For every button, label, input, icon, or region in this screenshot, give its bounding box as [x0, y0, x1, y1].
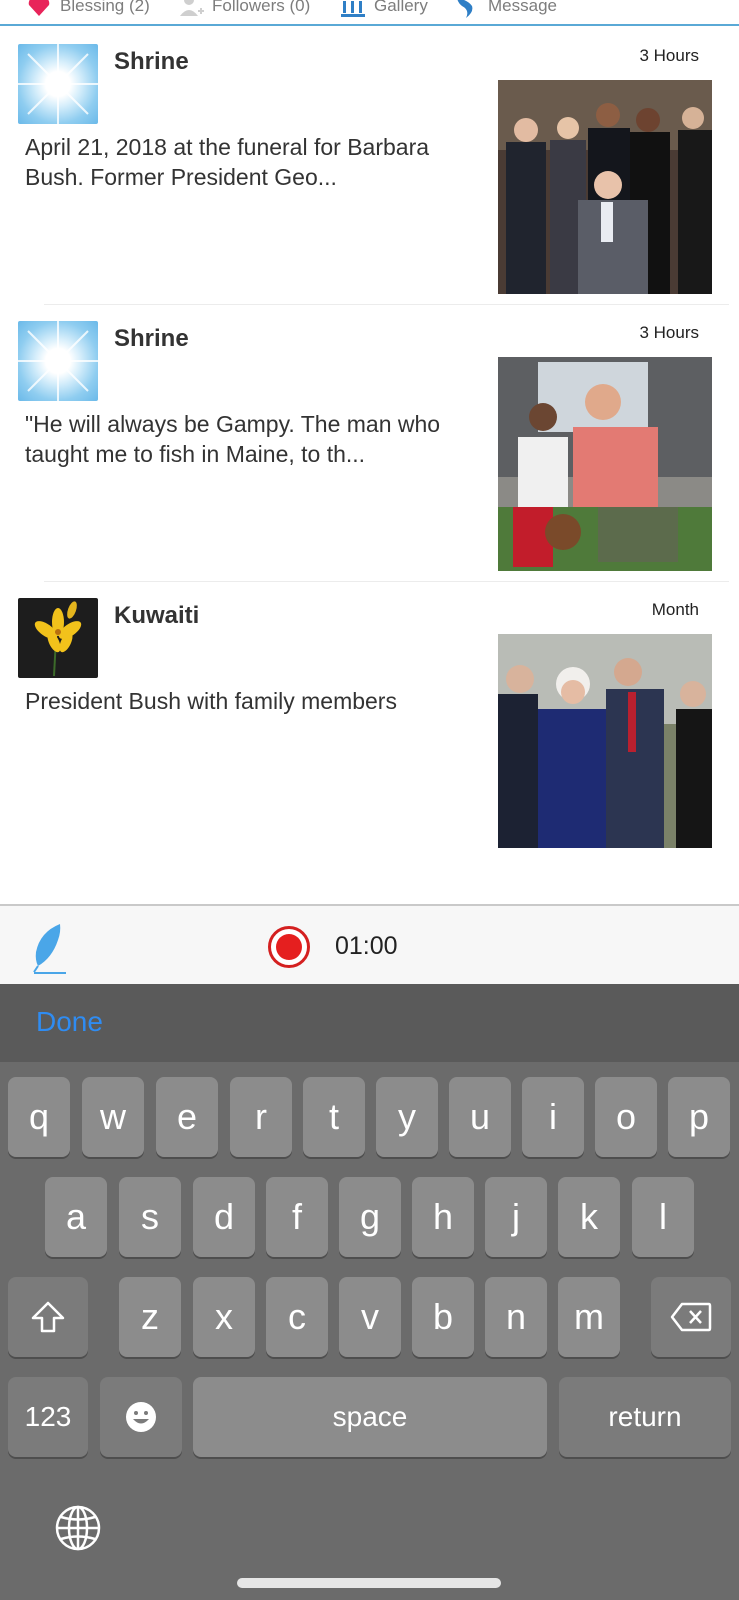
lily-avatar[interactable] [18, 598, 98, 678]
tab-gallery-label: Gallery [374, 0, 428, 15]
key-h[interactable]: h [412, 1177, 474, 1257]
record-timer: 01:00 [335, 932, 398, 960]
heart-icon [28, 0, 50, 16]
post-item[interactable]: Shrine 3 Hours April 21, 2018 at the fun… [0, 28, 739, 305]
key-t[interactable]: t [303, 1077, 365, 1157]
key-k[interactable]: k [558, 1177, 620, 1257]
keyboard-accessory-bar: Done [0, 984, 739, 1062]
post-author[interactable]: Shrine [114, 48, 189, 76]
key-e[interactable]: e [156, 1077, 218, 1157]
post-feed: Shrine 3 Hours April 21, 2018 at the fun… [0, 28, 739, 859]
key-q[interactable]: q [8, 1077, 70, 1157]
key-w[interactable]: w [82, 1077, 144, 1157]
post-author[interactable]: Shrine [114, 325, 189, 353]
post-text[interactable]: "He will always be Gampy. The man who ta… [25, 409, 475, 469]
post-item[interactable]: Shrine 3 Hours "He will always be Gampy.… [0, 305, 739, 582]
key-n[interactable]: n [485, 1277, 547, 1357]
key-i[interactable]: i [522, 1077, 584, 1157]
tab-blessing-label: Blessing (2) [60, 0, 150, 15]
key-j[interactable]: j [485, 1177, 547, 1257]
key-y[interactable]: y [376, 1077, 438, 1157]
emoji-key[interactable] [100, 1377, 182, 1457]
post-author[interactable]: Kuwaiti [114, 602, 199, 630]
post-photo[interactable] [498, 357, 712, 571]
tab-followers[interactable]: Followers (0) [178, 0, 310, 18]
post-time: 3 Hours [639, 46, 699, 65]
space-key[interactable]: space [193, 1377, 547, 1457]
tab-message[interactable]: Message [454, 0, 557, 18]
key-l[interactable]: l [632, 1177, 694, 1257]
tab-followers-label: Followers (0) [212, 0, 311, 15]
key-f[interactable]: f [266, 1177, 328, 1257]
home-indicator[interactable] [237, 1578, 501, 1588]
key-r[interactable]: r [230, 1077, 292, 1157]
tab-gallery[interactable]: Gallery [340, 0, 428, 18]
post-item[interactable]: Kuwaiti Month President Bush with family… [0, 582, 739, 859]
key-x[interactable]: x [193, 1277, 255, 1357]
post-text[interactable]: April 21, 2018 at the funeral for Barbar… [25, 132, 475, 192]
numbers-key[interactable]: 123 [8, 1377, 88, 1457]
record-button[interactable] [268, 926, 310, 968]
return-key[interactable]: return [559, 1377, 731, 1457]
lily-flower-icon [34, 601, 82, 677]
key-d[interactable]: d [193, 1177, 255, 1257]
done-button[interactable]: Done [36, 1006, 103, 1038]
backspace-key[interactable] [651, 1277, 731, 1357]
key-z[interactable]: z [119, 1277, 181, 1357]
gallery-columns-icon [341, 1, 365, 17]
voice-recorder-bar: 01:00 [0, 904, 739, 984]
key-v[interactable]: v [339, 1277, 401, 1357]
backspace-icon [670, 1302, 712, 1332]
key-g[interactable]: g [339, 1177, 401, 1257]
key-a[interactable]: a [45, 1177, 107, 1257]
post-time: 3 Hours [639, 323, 699, 342]
post-text[interactable]: President Bush with family members [25, 686, 475, 716]
tab-message-label: Message [488, 0, 557, 15]
sunburst-rays-icon [18, 44, 98, 124]
group-photo [498, 80, 712, 294]
key-p[interactable]: p [668, 1077, 730, 1157]
key-c[interactable]: c [266, 1277, 328, 1357]
key-b[interactable]: b [412, 1277, 474, 1357]
key-s[interactable]: s [119, 1177, 181, 1257]
emoji-smiley-icon [126, 1402, 156, 1432]
post-time: Month [651, 600, 699, 619]
key-o[interactable]: o [595, 1077, 657, 1157]
key-m[interactable]: m [558, 1277, 620, 1357]
outdoor-photo [498, 357, 712, 571]
key-u[interactable]: u [449, 1077, 511, 1157]
feather-pen-icon[interactable] [30, 922, 66, 974]
post-photo[interactable] [498, 634, 712, 848]
add-user-icon [180, 0, 204, 16]
globe-icon[interactable] [54, 1504, 102, 1552]
family-photo [498, 634, 712, 848]
shift-arrow-icon [31, 1301, 65, 1333]
profile-tab-bar: Blessing (2) Followers (0) Gallery Messa… [0, 0, 739, 26]
bird-icon [457, 0, 473, 18]
sunburst-rays-icon [18, 321, 98, 401]
shift-key[interactable] [8, 1277, 88, 1357]
sunburst-avatar[interactable] [18, 44, 98, 124]
post-photo[interactable] [498, 80, 712, 294]
tab-blessing[interactable]: Blessing (2) [26, 0, 150, 18]
sunburst-avatar[interactable] [18, 321, 98, 401]
